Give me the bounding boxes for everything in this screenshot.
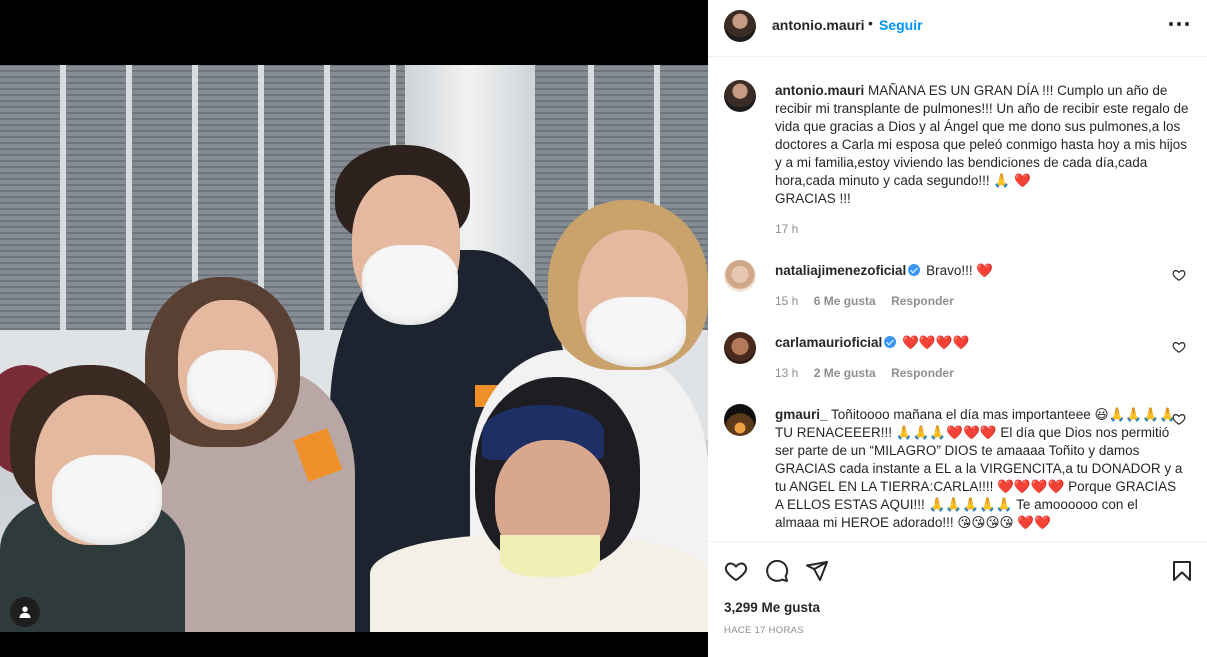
avatar[interactable]	[724, 260, 756, 292]
save-icon[interactable]	[1170, 559, 1194, 583]
person-mask	[362, 245, 458, 325]
follow-button[interactable]: Seguir	[879, 17, 923, 33]
comment-icon[interactable]	[765, 559, 789, 583]
comment-likes[interactable]: 2 Me gusta	[814, 366, 876, 380]
reply-button[interactable]: Responder	[891, 366, 954, 380]
caption-text: antonio.mauri MAÑANA ES UN GRAN DÍA !!! …	[775, 82, 1190, 208]
comments-list[interactable]: antonio.mauri MAÑANA ES UN GRAN DÍA !!! …	[708, 58, 1207, 540]
post-side-panel: antonio.mauri • Seguir antonio.mauri MAÑ…	[708, 0, 1207, 657]
comment-text: nataliajimenezoficial Bravo!!! ❤️	[775, 262, 1185, 280]
header-username[interactable]: antonio.mauri	[772, 17, 865, 33]
caption-body-2: GRACIAS !!!	[775, 191, 851, 206]
person-mask	[187, 350, 275, 424]
avatar[interactable]	[724, 404, 756, 436]
avatar[interactable]	[724, 332, 756, 364]
post-actions: 3,299 Me gusta HACE 17 HORAS	[708, 541, 1207, 657]
posted-time[interactable]: HACE 17 HORAS	[724, 625, 804, 636]
heart-icon[interactable]	[1172, 268, 1186, 282]
comment-likes[interactable]: 6 Me gusta	[814, 294, 876, 308]
comment-text: gmauri_ Toñitoooo mañana el día mas impo…	[775, 406, 1185, 532]
comment-time[interactable]: 13 h	[775, 366, 798, 380]
comment-body: Bravo!!! ❤️	[926, 263, 994, 278]
post-header: antonio.mauri • Seguir	[708, 0, 1207, 57]
more-icon[interactable]	[1169, 22, 1189, 28]
verified-icon	[908, 264, 921, 276]
caption-body: MAÑANA ES UN GRAN DÍA !!! Cumplo un año …	[775, 83, 1189, 188]
instagram-post-view: antonio.mauri • Seguir antonio.mauri MAÑ…	[0, 0, 1207, 657]
comment-time[interactable]: 15 h	[775, 294, 798, 308]
heart-icon[interactable]	[1172, 340, 1186, 354]
comment-username[interactable]: nataliajimenezoficial	[775, 263, 906, 278]
separator-dot: •	[868, 15, 873, 31]
comment-text: carlamaurioficial ❤️❤️❤️❤️	[775, 334, 1185, 352]
avatar[interactable]	[724, 80, 756, 112]
post-photo	[0, 65, 708, 632]
person-mask	[586, 297, 686, 367]
avatar[interactable]	[724, 10, 756, 42]
likes-count[interactable]: 3,299 Me gusta	[724, 600, 820, 615]
reply-button[interactable]: Responder	[891, 294, 954, 308]
share-icon[interactable]	[805, 559, 829, 583]
post-media[interactable]	[0, 0, 708, 657]
heart-icon[interactable]	[724, 559, 748, 583]
comment-username[interactable]: carlamaurioficial	[775, 335, 882, 350]
comment-meta: 13 h 2 Me gusta Responder	[775, 366, 966, 380]
heart-icon[interactable]	[1172, 412, 1186, 426]
verified-icon	[884, 336, 897, 348]
caption-time[interactable]: 17 h	[775, 222, 798, 236]
comment-username[interactable]: gmauri_	[775, 407, 828, 422]
person-mask	[52, 455, 162, 545]
user-tag-icon[interactable]	[10, 597, 40, 627]
person-mask	[500, 535, 600, 577]
caption-username[interactable]: antonio.mauri	[775, 83, 864, 98]
comment-body: ❤️❤️❤️❤️	[902, 335, 970, 350]
comment-meta: 15 h 6 Me gusta Responder	[775, 294, 966, 308]
comment-body: Toñitoooo mañana el día mas importanteee…	[775, 407, 1183, 530]
